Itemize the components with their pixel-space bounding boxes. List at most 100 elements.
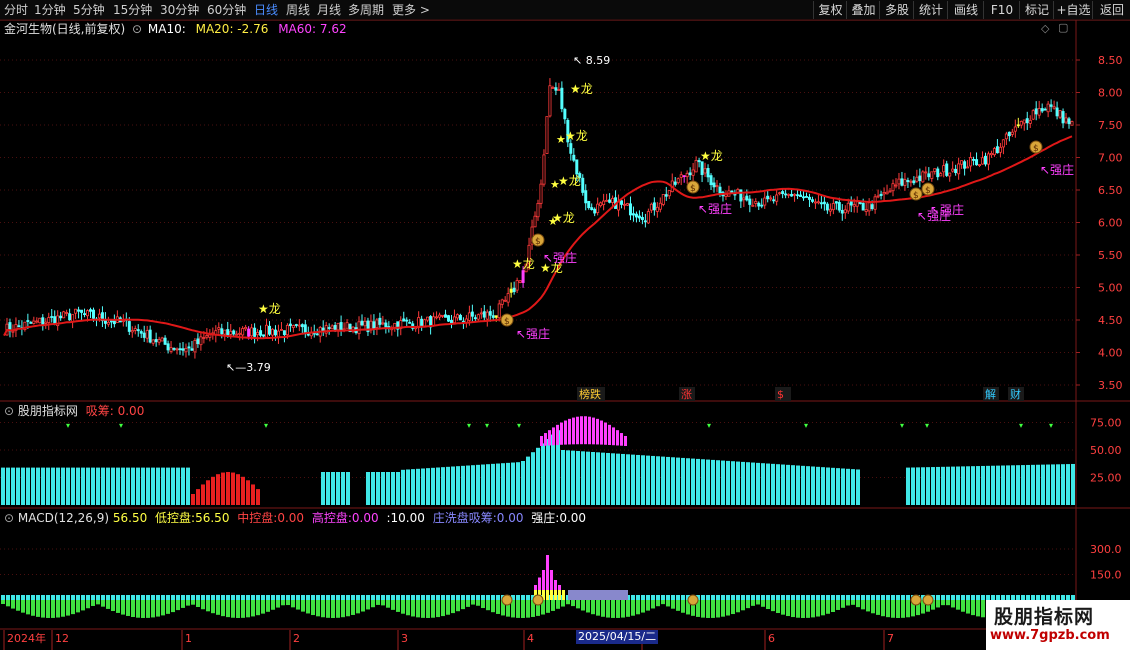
chip-value: 0.00 bbox=[117, 404, 145, 418]
candle-body bbox=[184, 348, 188, 353]
window-icon[interactable]: ▢ bbox=[1058, 21, 1068, 34]
candle-body bbox=[381, 322, 385, 325]
chip-bar bbox=[226, 472, 230, 505]
macd-neg-bar bbox=[626, 600, 630, 617]
candle-body bbox=[169, 347, 173, 352]
candle-body bbox=[1055, 107, 1059, 117]
chip-bar bbox=[821, 467, 825, 505]
candle-body bbox=[363, 320, 367, 327]
candle-body bbox=[715, 185, 719, 187]
macd-base-bar bbox=[776, 595, 780, 600]
chip-bar bbox=[776, 464, 780, 505]
chip-peak-bar bbox=[616, 430, 619, 446]
macd-base-bar bbox=[441, 595, 445, 600]
candle-body bbox=[760, 204, 764, 207]
candle-body bbox=[503, 299, 507, 302]
macd-base-bar bbox=[171, 595, 175, 600]
kline-chart[interactable]: 8.50 8.00 7.50 7.00 6.50 6.00 5.50 5.00 4.50 4.00… bbox=[0, 0, 1130, 650]
candle-body bbox=[772, 199, 776, 202]
chip-bar bbox=[1011, 465, 1015, 505]
candle-body bbox=[1049, 104, 1053, 107]
candle-body bbox=[742, 197, 746, 201]
macd-base-bar bbox=[11, 595, 15, 600]
candle-body bbox=[631, 213, 635, 216]
macd-base-bar bbox=[946, 595, 950, 600]
macd-neg-bar bbox=[316, 600, 320, 617]
macd-base-bar bbox=[726, 595, 730, 600]
chip-bar bbox=[536, 447, 540, 505]
macd-item-value: 0.00 bbox=[351, 511, 379, 525]
strong-signal: ↖强庄 bbox=[930, 202, 964, 217]
macd-neg-bar bbox=[366, 600, 370, 610]
money-bag-glyph: $ bbox=[690, 184, 696, 194]
chip-label: 吸筹: bbox=[85, 404, 114, 418]
macd-base-bar bbox=[91, 595, 95, 600]
macd-neg-bar bbox=[351, 600, 355, 615]
candle-body bbox=[458, 314, 462, 321]
chip-peak-bar bbox=[600, 420, 603, 445]
chip-bar bbox=[756, 462, 760, 505]
candle-body bbox=[667, 190, 671, 197]
macd-base-bar bbox=[526, 595, 530, 600]
macd-base-bar bbox=[76, 595, 80, 600]
candle-body bbox=[816, 201, 820, 204]
macd-base-bar bbox=[226, 595, 230, 600]
macd-neg-bar bbox=[116, 600, 120, 613]
chip-bar bbox=[531, 452, 535, 505]
chip-bar bbox=[1006, 465, 1010, 505]
dragon-signal: ★龙 bbox=[558, 174, 581, 188]
candle-body bbox=[981, 157, 985, 165]
candle-body bbox=[658, 202, 662, 210]
chip-bar bbox=[141, 467, 145, 505]
macd-base-bar bbox=[666, 595, 670, 600]
diamond-icon[interactable]: ◇ bbox=[1041, 22, 1049, 35]
chip-bar bbox=[996, 465, 1000, 505]
macd-neg-bar bbox=[281, 600, 285, 606]
chip-panel-header: ⊙ 股朋指标网 吸筹: 0.00 bbox=[4, 404, 144, 418]
y-tick-label: 6.00 bbox=[1098, 217, 1123, 230]
candle-body bbox=[989, 152, 993, 156]
macd-neg-bar bbox=[396, 600, 400, 612]
main-panel-header: 金河生物(日线,前复权) ⊙ MA10: MA20: -2.76 MA60: 7… bbox=[4, 22, 347, 36]
macd-neg-bar bbox=[176, 600, 180, 611]
candle-body bbox=[109, 320, 113, 323]
money-bag-icon bbox=[922, 594, 934, 606]
chip-peak-bar bbox=[604, 422, 607, 445]
chip-bar bbox=[941, 466, 945, 505]
macd-neg-bar bbox=[496, 600, 500, 614]
candle-body bbox=[602, 200, 606, 205]
candle-body bbox=[912, 180, 916, 184]
macd-neg-bar bbox=[436, 600, 440, 618]
macd-neg-bar bbox=[886, 600, 890, 618]
candle-body bbox=[345, 322, 349, 329]
chip-bar bbox=[736, 461, 740, 505]
macd-settings-icon[interactable]: ⊙ bbox=[4, 511, 14, 525]
candle-body bbox=[745, 195, 749, 201]
chip-bar bbox=[201, 484, 205, 505]
chip-bar bbox=[966, 466, 970, 505]
macd-neg-bar bbox=[771, 600, 775, 612]
macd-neg-bar bbox=[276, 600, 280, 608]
candle-body bbox=[515, 280, 519, 291]
candle-body bbox=[151, 339, 155, 344]
chip-bar bbox=[146, 467, 150, 505]
macd-base-bar bbox=[876, 595, 880, 600]
macd-neg-bar bbox=[161, 600, 165, 616]
macd-neg-bar bbox=[666, 600, 670, 607]
macd-base-bar bbox=[711, 595, 715, 600]
candle-body bbox=[71, 314, 75, 323]
settings-chevron-icon[interactable]: ⊙ bbox=[132, 22, 142, 36]
chip-bar bbox=[31, 467, 35, 505]
chip-settings-icon[interactable]: ⊙ bbox=[4, 404, 14, 418]
chip-bar bbox=[641, 455, 645, 505]
macd-ctrl-bar bbox=[546, 590, 549, 600]
chip-bar bbox=[541, 443, 545, 505]
chip-bar bbox=[846, 468, 850, 505]
macd-base-bar bbox=[216, 595, 220, 600]
macd-item-label: 高控盘: bbox=[311, 511, 352, 525]
candle-body bbox=[89, 309, 93, 312]
candle-body bbox=[467, 312, 471, 321]
chip-bar bbox=[706, 459, 710, 505]
y-tick-label: 25.00 bbox=[1090, 472, 1122, 485]
macd-neg-bar bbox=[46, 600, 50, 618]
